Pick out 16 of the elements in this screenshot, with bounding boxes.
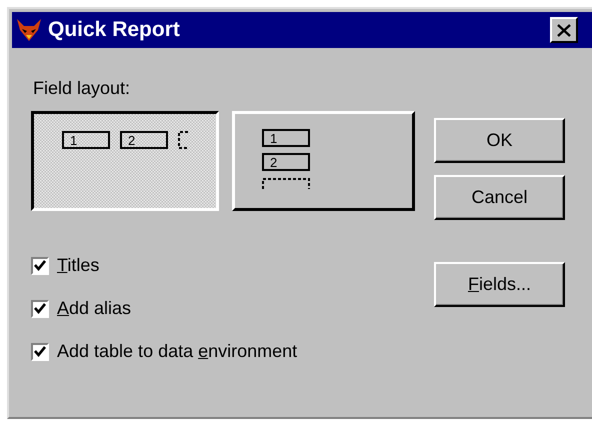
checkbox[interactable] xyxy=(31,300,49,318)
checkbox[interactable] xyxy=(31,342,49,360)
checkbox-label: Add table to data environment xyxy=(57,341,298,362)
fox-icon xyxy=(16,18,42,42)
layout-option-button[interactable]: 1 2 xyxy=(31,111,219,211)
close-button[interactable] xyxy=(550,17,578,43)
checkbox-label: Titles xyxy=(57,255,100,276)
ok-button[interactable]: OK xyxy=(434,118,565,163)
close-icon xyxy=(557,24,571,36)
layout-option-button[interactable]: 1 2 xyxy=(232,111,415,211)
checkbox[interactable] xyxy=(31,256,49,274)
cancel-button[interactable]: Cancel xyxy=(434,175,565,220)
fields-button[interactable]: Fields... xyxy=(434,262,565,307)
field-layout-label: Field layout: xyxy=(33,78,132,99)
window-title: Quick Report xyxy=(48,18,181,42)
checkbox-label: Add alias xyxy=(57,298,132,319)
